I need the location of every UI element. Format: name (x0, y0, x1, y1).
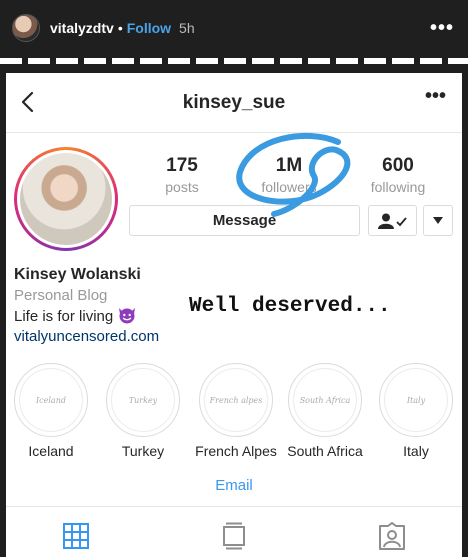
story-more-icon[interactable]: ••• (430, 17, 454, 40)
highlight-cover-text: Turkey (111, 368, 175, 432)
feed-icon (223, 522, 245, 550)
highlight-south-africa[interactable]: South Africa South Africa (280, 363, 370, 459)
profile-full-name: Kinsey Wolanski (14, 266, 141, 283)
story-username[interactable]: vitalyzdtv (50, 20, 114, 36)
highlight-cover-text: French alpes (204, 368, 268, 432)
highlight-label: Italy (403, 443, 429, 459)
chevron-down-icon (433, 217, 443, 224)
story-follow-button[interactable]: Follow (127, 20, 171, 36)
highlight-label: South Africa (287, 443, 363, 459)
profile-website-link[interactable]: vitalyuncensored.com (14, 328, 159, 345)
story-timestamp: 5h (179, 20, 195, 36)
story-caption-overlay: Well deserved... (189, 295, 391, 318)
tab-grid[interactable] (61, 521, 91, 551)
profile-category: Personal Blog (14, 287, 108, 304)
tab-tagged[interactable] (377, 521, 407, 551)
profile-top-bar: kinsey_sue ••• (6, 73, 462, 133)
story-header: vitalyzdtv • Follow 5h ••• (0, 0, 468, 56)
highlight-italy[interactable]: Italy Italy (371, 363, 461, 459)
highlight-cover-text: Iceland (19, 368, 83, 432)
stat-posts-label: posts (165, 179, 199, 195)
highlight-french-alpes[interactable]: French alpes French Alpes (191, 363, 281, 459)
profile-screenshot: kinsey_sue ••• 175 posts 1M followers 60… (6, 73, 462, 557)
story-dashes-divider (0, 58, 468, 64)
highlight-cover-text: South Africa (293, 368, 357, 432)
stat-posts[interactable]: 175 posts (137, 155, 227, 195)
stat-following-value: 600 (382, 155, 414, 176)
highlight-turkey[interactable]: Turkey Turkey (98, 363, 188, 459)
highlight-cover-text: Italy (384, 368, 448, 432)
stat-following[interactable]: 600 following (353, 155, 443, 195)
profile-bio: Kinsey Wolanski Personal Blog Life is fo… (14, 266, 159, 345)
devil-emoji-icon (119, 308, 136, 324)
annotation-scribble (236, 133, 351, 217)
bio-text: Life is for living (14, 308, 114, 325)
more-dots-icon[interactable]: ••• (425, 85, 446, 108)
highlight-label: Turkey (121, 443, 165, 459)
avatar-photo (20, 153, 112, 245)
highlight-iceland[interactable]: Iceland Iceland (6, 363, 96, 459)
story-highlights: Iceland Iceland Turkey Turkey French alp… (6, 363, 462, 463)
story-separator: • (117, 20, 123, 36)
highlight-label: French Alpes (195, 443, 277, 459)
email-button[interactable]: Email (6, 477, 462, 507)
suggestions-dropdown-button[interactable] (423, 205, 453, 236)
highlight-label: Iceland (28, 443, 74, 459)
tab-feed[interactable] (219, 521, 249, 551)
stat-following-label: following (370, 179, 426, 195)
grid-icon (63, 523, 89, 549)
following-button[interactable] (368, 205, 417, 236)
profile-bio-line: Life is for living (14, 306, 159, 325)
stat-posts-value: 175 (166, 155, 198, 176)
story-avatar[interactable] (12, 14, 40, 42)
tagged-icon (379, 522, 405, 550)
profile-username: kinsey_sue (182, 92, 286, 113)
profile-avatar[interactable] (14, 147, 118, 251)
person-check-icon (377, 213, 407, 229)
